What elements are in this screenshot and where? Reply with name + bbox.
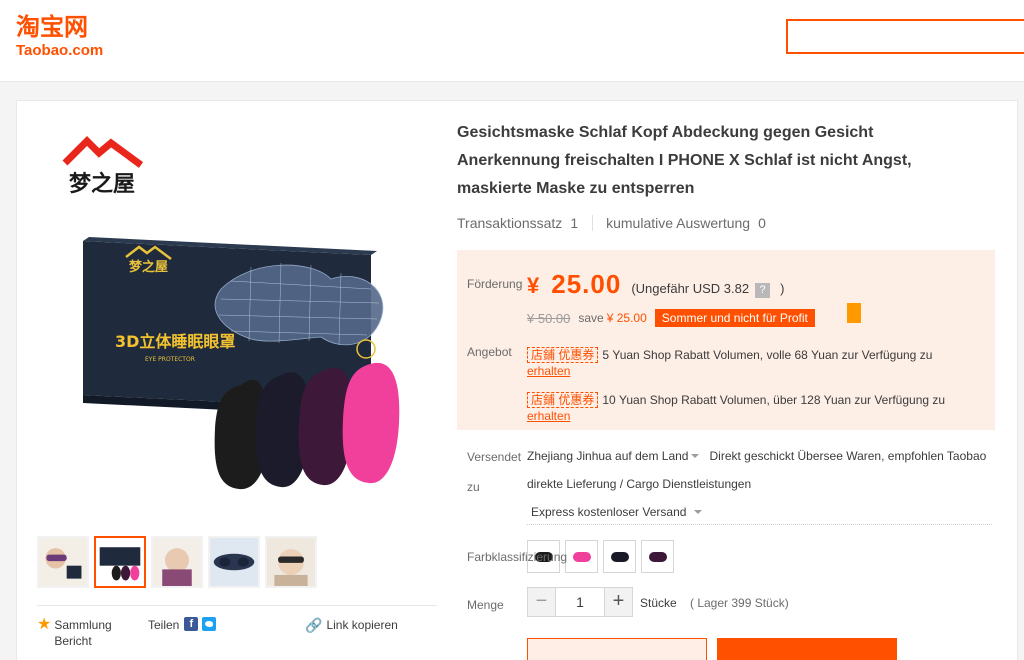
brand-logo-text: 梦之屋 xyxy=(69,171,135,197)
save-value: ¥ 25.00 xyxy=(606,311,647,325)
thumbnail-1[interactable] xyxy=(37,536,89,588)
star-icon: ★ xyxy=(37,616,52,633)
product-title: Gesichtsmaske Schlaf Kopf Abdeckung gege… xyxy=(457,124,912,197)
shipping-method-select[interactable]: Express kostenloser Versand xyxy=(531,498,703,526)
share-label: Teilen xyxy=(148,618,180,632)
favorite-button[interactable]: ★ Sammlung Bericht xyxy=(37,617,112,649)
twitter-icon[interactable] xyxy=(202,617,217,631)
color-chip-4 xyxy=(649,552,667,562)
reviews-label: kumulative Auswertung xyxy=(606,215,751,231)
coupon-text: 5 Yuan Shop Rabatt Volumen, volle 68 Yua… xyxy=(602,348,933,362)
color-swatch-3[interactable] xyxy=(603,540,636,573)
quantity-decrement-button[interactable]: − xyxy=(527,587,556,617)
report-label[interactable]: Bericht xyxy=(54,634,91,648)
favorite-label: Sammlung xyxy=(54,618,112,632)
taobao-logo[interactable]: 淘宝网 Taobao.com xyxy=(16,14,116,60)
reviews-value: 0 xyxy=(758,215,766,231)
box-title-text: 3D立体睡眠眼罩 xyxy=(115,332,235,351)
shipping-divider xyxy=(527,524,992,525)
original-price: ¥ 50.00 xyxy=(527,310,571,326)
coupon-tag: 店鋪 优惠券 xyxy=(527,392,599,408)
main-product-image[interactable]: 梦之屋 3D立体睡眠眼罩 EYE PROTECTOR xyxy=(71,219,416,519)
thumbnail-4[interactable] xyxy=(208,536,260,588)
color-label: Farbklassifizierung xyxy=(467,550,568,564)
quantity-unit: Stücke xyxy=(640,596,677,610)
product-card: 梦之屋 梦之屋 3D立体睡眠眼罩 EYE PROTECTOR ★ Sammlun… xyxy=(16,100,1018,660)
shipping-label: Versendet zu xyxy=(467,450,522,494)
stats-divider xyxy=(592,215,594,231)
quantity-label: Menge xyxy=(467,598,504,612)
price-currency: ¥ xyxy=(527,273,540,298)
coupon-claim-link[interactable]: erhalten xyxy=(527,364,570,378)
coupon-text: 10 Yuan Shop Rabatt Volumen, über 128 Yu… xyxy=(602,393,946,407)
chevron-down-icon xyxy=(691,454,700,458)
thumbnail-3[interactable] xyxy=(151,536,203,588)
transactions-label: Transaktionssatz xyxy=(457,215,563,231)
coupon-claim-link[interactable]: erhalten xyxy=(527,409,570,423)
promo-price: 25.00 xyxy=(551,269,622,299)
search-input[interactable] xyxy=(786,19,1024,54)
shipping-origin: Zhejiang Jinhua auf xyxy=(527,449,632,463)
thumbnail-2[interactable] xyxy=(94,536,146,588)
coupon-1: 店鋪 优惠券 5 Yuan Shop Rabatt Volumen, volle … xyxy=(527,347,967,379)
color-swatch-2[interactable] xyxy=(565,540,598,573)
help-icon[interactable]: ? xyxy=(755,283,771,298)
color-selector: Farbklassifizierung xyxy=(457,540,997,574)
link-icon: 🔗 xyxy=(305,617,323,633)
promotion-panel: Förderung ¥ 25.00 (Ungefähr USD 3.82 ? )… xyxy=(457,250,995,430)
approx-close: ) xyxy=(780,281,785,296)
gallery-divider xyxy=(37,605,437,606)
quantity-increment-button[interactable]: + xyxy=(604,587,633,617)
quantity-row: Menge − 1 + Stücke ( Lager 399 Stück) xyxy=(457,587,997,621)
promo-marker xyxy=(847,303,861,323)
approx-usd-text: (Ungefähr USD 3.82 xyxy=(631,281,750,296)
shipping-info: Zhejiang Jinhua auf dem Land Direkt gesc… xyxy=(527,442,997,498)
transactions-value: 1 xyxy=(570,215,579,231)
logo-chinese-text: 淘宝网 xyxy=(16,13,88,41)
share-group: Teilen f xyxy=(148,617,217,633)
save-label: save xyxy=(578,311,604,325)
brand-logo: 梦之屋 xyxy=(62,136,144,197)
coupon-2: 店鋪 优惠券 10 Yuan Shop Rabatt Volumen, über … xyxy=(527,392,967,424)
box-brand-text: 梦之屋 xyxy=(129,259,168,275)
thumbnail-5[interactable] xyxy=(265,536,317,588)
box-subtitle-text: EYE PROTECTOR xyxy=(145,356,195,363)
promotion-badge: Sommer und nicht für Profit xyxy=(654,309,815,327)
color-chip-2 xyxy=(573,552,591,562)
quantity-input[interactable]: 1 xyxy=(556,587,604,617)
coupon-tag: 店鋪 优惠券 xyxy=(527,347,599,363)
copy-link-button[interactable]: 🔗 Link kopieren xyxy=(305,617,398,634)
old-price-row: ¥ 50.00 save ¥ 25.00 Sommer und nicht fü… xyxy=(527,309,815,327)
price-row: ¥ 25.00 (Ungefähr USD 3.82 ? ) xyxy=(527,269,784,300)
color-chip-3 xyxy=(611,552,629,562)
product-stats: Transaktionssatz 1 kumulative Auswertung… xyxy=(457,215,766,231)
offer-label: Angebot xyxy=(467,345,512,359)
top-bar: 淘宝网 Taobao.com xyxy=(0,0,1024,82)
stock-info: ( Lager 399 Stück) xyxy=(690,596,789,610)
add-to-cart-button[interactable] xyxy=(717,638,897,660)
logo-english-text: Taobao.com xyxy=(16,42,104,59)
color-swatch-4[interactable] xyxy=(641,540,674,573)
chevron-down-icon xyxy=(694,510,703,514)
facebook-icon[interactable]: f xyxy=(184,617,199,631)
buy-now-button[interactable] xyxy=(527,638,707,660)
thumbnail-strip xyxy=(37,536,317,588)
destination-select[interactable]: dem Land xyxy=(635,449,700,463)
price-label: Förderung xyxy=(467,277,523,291)
copy-link-label: Link kopieren xyxy=(326,618,398,632)
